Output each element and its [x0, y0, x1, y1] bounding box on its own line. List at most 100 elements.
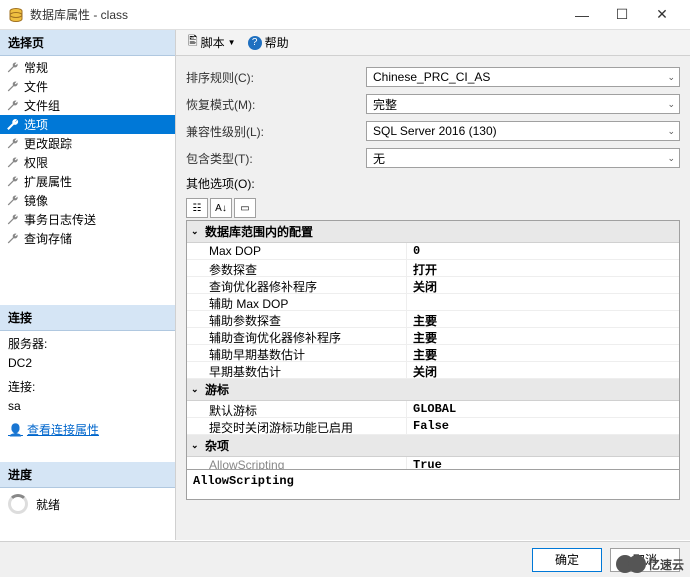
sidebar-item-label: 扩展属性	[24, 173, 72, 190]
sidebar-item-4[interactable]: 更改跟踪	[0, 134, 175, 153]
property-value[interactable]: 主要	[407, 311, 679, 327]
sidebar-item-3[interactable]: 选项	[0, 115, 175, 134]
database-icon	[8, 7, 24, 23]
script-icon: 🖺	[188, 32, 198, 53]
sidebar-item-0[interactable]: 常规	[0, 58, 175, 77]
sidebar-item-6[interactable]: 扩展属性	[0, 172, 175, 191]
containment-label: 包含类型(T):	[186, 150, 366, 167]
recovery-label: 恢复模式(M):	[186, 96, 366, 113]
sidebar-item-label: 文件	[24, 78, 48, 95]
containment-select[interactable]: 无 ⌄	[366, 148, 680, 168]
property-value[interactable]: 0	[407, 243, 679, 259]
property-row[interactable]: 查询优化器修补程序关闭	[187, 277, 679, 294]
property-name: AllowScripting	[187, 457, 407, 470]
property-category[interactable]: ⌄杂项	[187, 435, 679, 457]
conn-label: 连接:	[0, 374, 175, 399]
property-row[interactable]: AllowScriptingTrue	[187, 457, 679, 470]
server-label: 服务器:	[0, 331, 175, 356]
property-value[interactable]	[407, 294, 679, 310]
view-connection-props-link[interactable]: 👤 查看连接属性	[0, 417, 175, 442]
sidebar-item-label: 选项	[24, 116, 48, 133]
toolbar: 🖺 脚本 ▼ ? 帮助	[176, 30, 690, 56]
property-name: 默认游标	[187, 401, 407, 417]
chevron-down-icon: ⌄	[667, 126, 675, 137]
property-name: 辅助查询优化器修补程序	[187, 328, 407, 344]
collation-select[interactable]: Chinese_PRC_CI_AS ⌄	[366, 67, 680, 87]
sidebar-item-9[interactable]: 查询存储	[0, 229, 175, 248]
sidebar-item-1[interactable]: 文件	[0, 77, 175, 96]
property-name: 早期基数估计	[187, 362, 407, 378]
help-icon: ?	[248, 36, 262, 50]
property-row[interactable]: 参数探查打开	[187, 260, 679, 277]
alphabetical-button[interactable]: A↓	[210, 198, 232, 218]
property-row[interactable]: 早期基数估计关闭	[187, 362, 679, 379]
sidebar-item-8[interactable]: 事务日志传送	[0, 210, 175, 229]
property-value[interactable]: False	[407, 418, 679, 434]
property-row[interactable]: 提交时关闭游标功能已启用False	[187, 418, 679, 435]
sidebar-item-label: 更改跟踪	[24, 135, 72, 152]
property-row[interactable]: 默认游标GLOBAL	[187, 401, 679, 418]
sidebar-item-label: 镜像	[24, 192, 48, 209]
property-value[interactable]: 主要	[407, 345, 679, 361]
dialog-footer: 确定 取消	[0, 541, 690, 577]
property-row[interactable]: 辅助早期基数估计主要	[187, 345, 679, 362]
collapse-icon: ⌄	[191, 384, 201, 395]
sidebar-item-label: 事务日志传送	[24, 211, 96, 228]
compat-label: 兼容性级别(L):	[186, 123, 366, 140]
minimize-button[interactable]: —	[562, 1, 602, 29]
script-button[interactable]: 🖺 脚本 ▼	[184, 30, 240, 55]
property-category[interactable]: ⌄游标	[187, 379, 679, 401]
property-name: 查询优化器修补程序	[187, 277, 407, 293]
collapse-icon: ⌄	[191, 440, 201, 451]
sidebar-item-label: 权限	[24, 154, 48, 171]
progress-status: 就绪	[36, 496, 60, 513]
property-description: AllowScripting	[186, 470, 680, 500]
title-bar: 数据库属性 - class — ☐ ✕	[0, 0, 690, 30]
person-icon: 👤	[8, 423, 23, 437]
progress-status-block: 就绪	[0, 488, 175, 520]
sidebar: 选择页 常规文件文件组选项更改跟踪权限扩展属性镜像事务日志传送查询存储 连接 服…	[0, 30, 176, 540]
property-grid-toolbar: ☷ A↓ ▭	[186, 198, 680, 218]
progress-header: 进度	[0, 462, 175, 488]
spinner-icon	[8, 494, 28, 514]
sidebar-item-label: 文件组	[24, 97, 60, 114]
property-name: 辅助参数探查	[187, 311, 407, 327]
sidebar-item-label: 常规	[24, 59, 48, 76]
property-value[interactable]: 关闭	[407, 362, 679, 378]
property-pages-button[interactable]: ▭	[234, 198, 256, 218]
chevron-down-icon: ⌄	[667, 72, 675, 83]
sidebar-item-2[interactable]: 文件组	[0, 96, 175, 115]
compat-select[interactable]: SQL Server 2016 (130) ⌄	[366, 121, 680, 141]
property-row[interactable]: 辅助参数探查主要	[187, 311, 679, 328]
conn-value: sa	[0, 399, 175, 417]
property-row[interactable]: 辅助 Max DOP	[187, 294, 679, 311]
property-category[interactable]: ⌄数据库范围内的配置	[187, 221, 679, 243]
chevron-down-icon: ⌄	[667, 99, 675, 110]
property-value[interactable]: 主要	[407, 328, 679, 344]
property-grid[interactable]: ⌄数据库范围内的配置Max DOP0参数探查打开查询优化器修补程序关闭辅助 Ma…	[186, 220, 680, 470]
ok-button[interactable]: 确定	[532, 548, 602, 572]
property-value[interactable]: 打开	[407, 260, 679, 276]
recovery-select[interactable]: 完整 ⌄	[366, 94, 680, 114]
collapse-icon: ⌄	[191, 226, 201, 237]
categorized-button[interactable]: ☷	[186, 198, 208, 218]
property-value[interactable]: 关闭	[407, 277, 679, 293]
sidebar-item-7[interactable]: 镜像	[0, 191, 175, 210]
watermark: 亿速云	[616, 555, 684, 573]
sidebar-item-5[interactable]: 权限	[0, 153, 175, 172]
property-name: Max DOP	[187, 243, 407, 259]
connection-header: 连接	[0, 305, 175, 331]
property-name: 提交时关闭游标功能已启用	[187, 418, 407, 434]
maximize-button[interactable]: ☐	[602, 1, 642, 29]
server-value: DC2	[0, 356, 175, 374]
property-row[interactable]: 辅助查询优化器修补程序主要	[187, 328, 679, 345]
close-button[interactable]: ✕	[642, 1, 682, 29]
property-value[interactable]: True	[407, 457, 679, 470]
property-name: 辅助 Max DOP	[187, 294, 407, 310]
property-row[interactable]: Max DOP0	[187, 243, 679, 260]
sidebar-item-label: 查询存储	[24, 230, 72, 247]
property-name: 参数探查	[187, 260, 407, 276]
property-value[interactable]: GLOBAL	[407, 401, 679, 417]
help-button[interactable]: ? 帮助	[244, 32, 293, 53]
window-title: 数据库属性 - class	[30, 6, 562, 23]
